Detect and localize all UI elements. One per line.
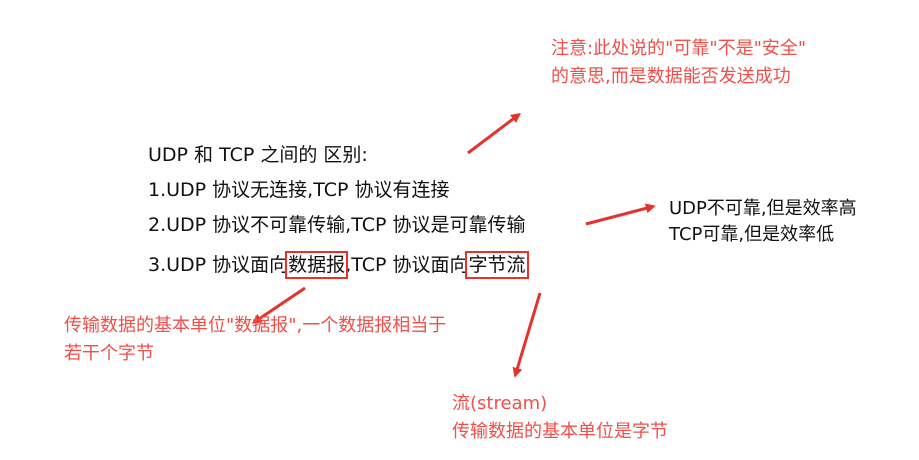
- byte-stream-highlight-box: 字节流: [465, 251, 529, 279]
- stream-note-line-2: 传输数据的基本单位是字节: [452, 421, 668, 442]
- datagram-highlight-box: 数据报: [285, 251, 349, 279]
- comparison-title: UDP 和 TCP 之间的 区别:: [148, 144, 368, 166]
- arrow-to-efficiency-note: [585, 203, 656, 226]
- datagram-note-line-2: 若干个字节: [64, 343, 154, 364]
- stream-note-line-1: 流(stream): [452, 393, 548, 414]
- arrow-to-reliable-note: [467, 112, 521, 155]
- datagram-note: 传输数据的基本单位"数据报",一个数据报相当于 若干个字节: [64, 314, 446, 366]
- efficiency-note: UDP不可靠,但是效率高 TCP可靠,但是效率低: [669, 196, 857, 248]
- comparison-line-reliability: 2.UDP 协议不可靠传输,TCP 协议是可靠传输: [148, 214, 526, 236]
- comparison-line-transfer-unit: 3.UDP 协议面向数据报,TCP 协议面向字节流: [148, 251, 529, 279]
- line3-prefix: 3.UDP 协议面向: [148, 254, 289, 276]
- efficiency-note-line-2: TCP可靠,但是效率低: [669, 224, 835, 245]
- reliable-note: 注意:此处说的"可靠"不是"安全" 的意思,而是数据能否发送成功: [551, 37, 806, 89]
- reliable-note-line-1: 注意:此处说的"可靠"不是"安全": [551, 38, 807, 59]
- arrow-to-stream-note: [512, 292, 542, 378]
- reliable-note-line-2: 的意思,而是数据能否发送成功: [551, 66, 791, 87]
- datagram-note-line-1: 传输数据的基本单位"数据报",一个数据报相当于: [64, 315, 447, 336]
- stream-note: 流(stream) 传输数据的基本单位是字节: [452, 392, 668, 444]
- efficiency-note-line-1: UDP不可靠,但是效率高: [669, 198, 857, 219]
- comparison-line-connection: 1.UDP 协议无连接,TCP 协议有连接: [148, 179, 450, 201]
- line3-middle: ,TCP 协议面向: [345, 254, 469, 276]
